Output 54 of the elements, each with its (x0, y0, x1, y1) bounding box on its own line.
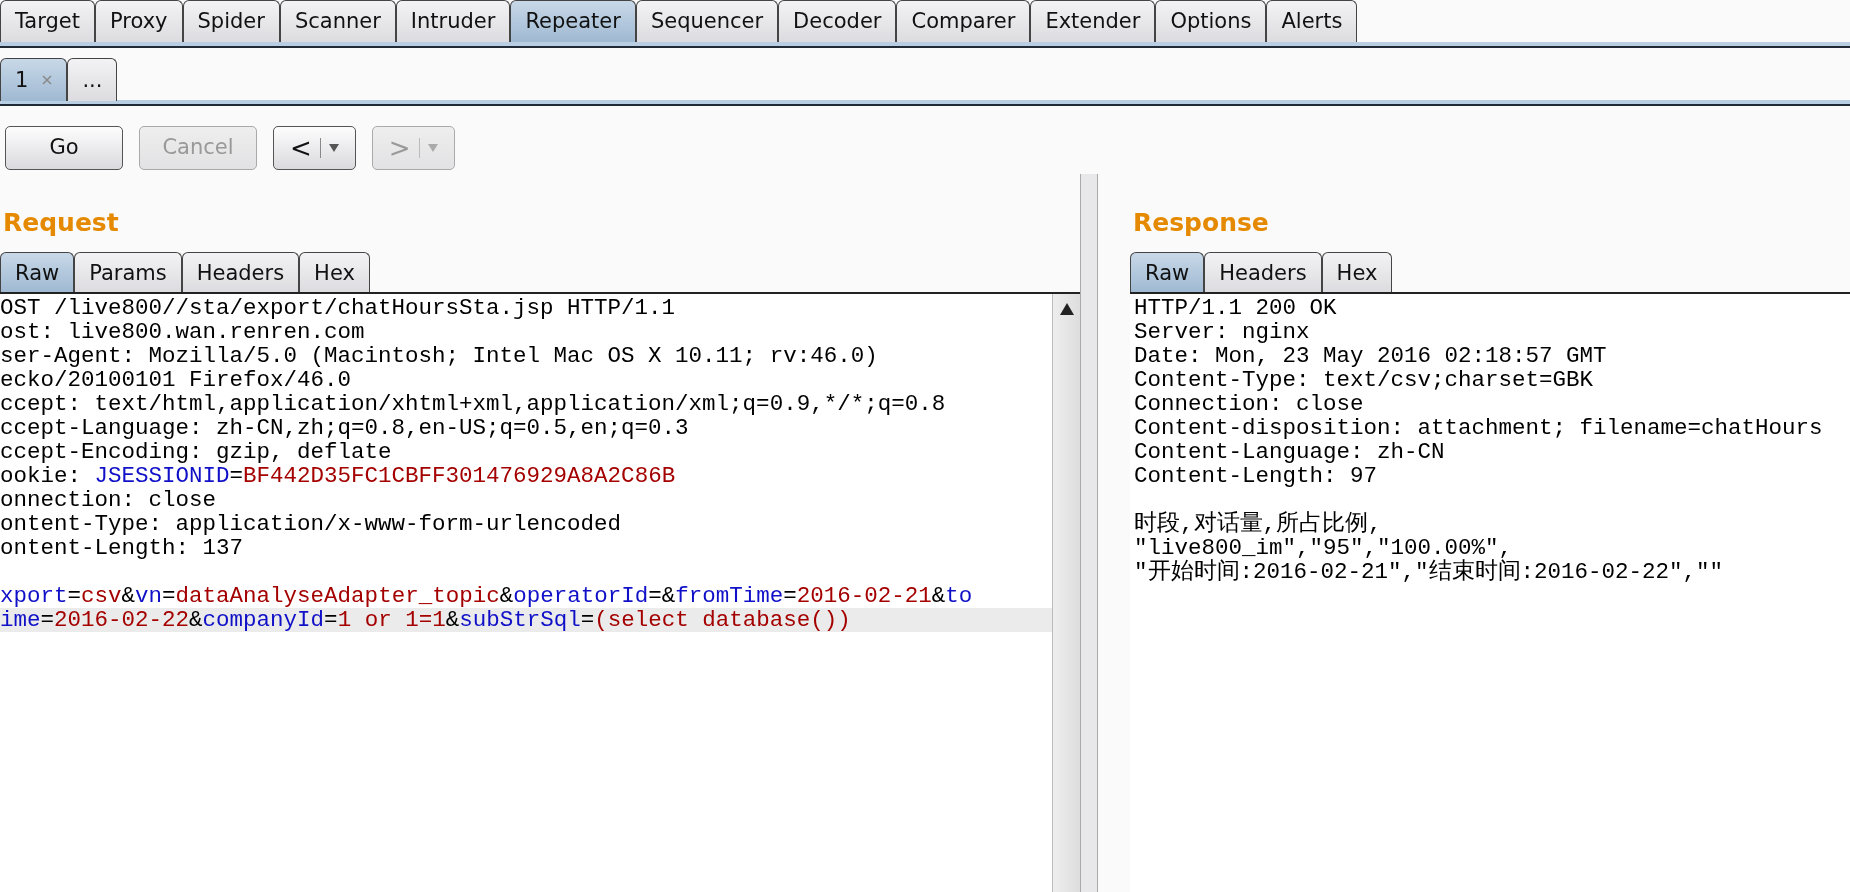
editor-tab[interactable]: Hex (299, 251, 370, 292)
main-tab[interactable]: Alerts (1266, 0, 1358, 42)
editor-tab[interactable]: Raw (0, 251, 75, 292)
tab-label: 1 (15, 67, 29, 94)
close-icon[interactable] (42, 75, 53, 85)
request-title: Request (2, 207, 120, 239)
session-tab[interactable]: 1 (0, 58, 68, 101)
session-tab[interactable]: ... (67, 58, 118, 101)
code-line: "开始时间:2016-02-21","结束时间:2016-02-22","" (1134, 559, 1725, 584)
code-line: xport=csv&vn=dataAnalyseAdapter_topic&operatorId=&fromTime=2016-02-21&to (0, 583, 974, 608)
main-tab[interactable]: Decoder (778, 0, 897, 42)
main-tab[interactable]: Sequencer (635, 0, 779, 42)
code-line: ost: live800.wan.renren.com (0, 319, 365, 344)
editor-tab[interactable]: Raw (1130, 251, 1205, 292)
main-tab[interactable]: Extender (1030, 0, 1156, 42)
editor-tab[interactable]: Params (74, 251, 182, 292)
code-line: "live800_im","95","100.00%", (1134, 535, 1513, 560)
history-button[interactable]: < (273, 126, 356, 170)
tab-label: ... (82, 67, 103, 94)
code-line: Content-Length: 97 (1134, 463, 1379, 488)
code-line: OST /live800//sta/export/chatHoursSta.jsp HTTP/1.1 (0, 295, 677, 320)
code-line: ccept-Encoding: gzip, deflate (0, 439, 392, 464)
code-line: ccept-Language: zh-CN,zh;q=0.8,en-US;q=0.5,en;q=0.3 (0, 415, 689, 440)
vertical-scrollbar[interactable] (1052, 293, 1080, 892)
code-line: ecko/20100101 Firefox/46.0 (0, 367, 352, 392)
main-tab[interactable]: Comparer (896, 0, 1031, 42)
code-line: Content-Type: text/csv;charset=GBK (1134, 367, 1595, 392)
main-tab[interactable]: Scanner (279, 0, 396, 42)
dropdown-caret-icon[interactable] (328, 144, 339, 152)
main-tab[interactable]: Target (0, 0, 95, 42)
code-line: ser-Agent: Mozilla/5.0 (Macintosh; Intel Mac OS X 10.11; rv:46.0) (0, 343, 879, 368)
code-line: ontent-Length: 137 (0, 535, 244, 560)
code-line: Content-disposition: attachment; filename=chatHours (1134, 415, 1824, 440)
editor-tab[interactable]: Hex (1321, 251, 1393, 292)
main-tab[interactable]: Proxy (94, 0, 183, 42)
editor-tab[interactable]: Headers (181, 251, 300, 292)
scroll-up-icon[interactable] (1059, 301, 1075, 316)
code-line: Date: Mon, 23 May 2016 02:18:57 GMT (1134, 343, 1608, 368)
editor-tab[interactable]: Headers (1204, 251, 1322, 292)
code-line: Server: nginx (1134, 319, 1311, 344)
code-line: 时段,对话量,所占比例, (1134, 511, 1383, 536)
code-line: Connection: close (1134, 391, 1365, 416)
main-tab[interactable]: Repeater (510, 0, 636, 42)
code-line: HTTP/1.1 200 OK (1134, 295, 1338, 320)
code-line: ontent-Type: application/x-www-form-urlencoded (0, 511, 623, 536)
main-tab[interactable]: Spider (182, 0, 280, 42)
code-line: onnection: close (0, 487, 218, 512)
code-line: Content-Language: zh-CN (1134, 439, 1446, 464)
action-button[interactable]: Go (5, 126, 123, 170)
code-line: ccept: text/html,application/xhtml+xml,application/xml;q=0.9,*/*;q=0.8 (0, 391, 947, 416)
main-tab[interactable]: Options (1155, 0, 1267, 42)
code-line: ookie: JSESSIONID=BF442D35FC1CBFF301476929A8A2C86B (0, 463, 677, 488)
response-title: Response (1132, 207, 1270, 239)
main-tab[interactable]: Intruder (395, 0, 511, 42)
